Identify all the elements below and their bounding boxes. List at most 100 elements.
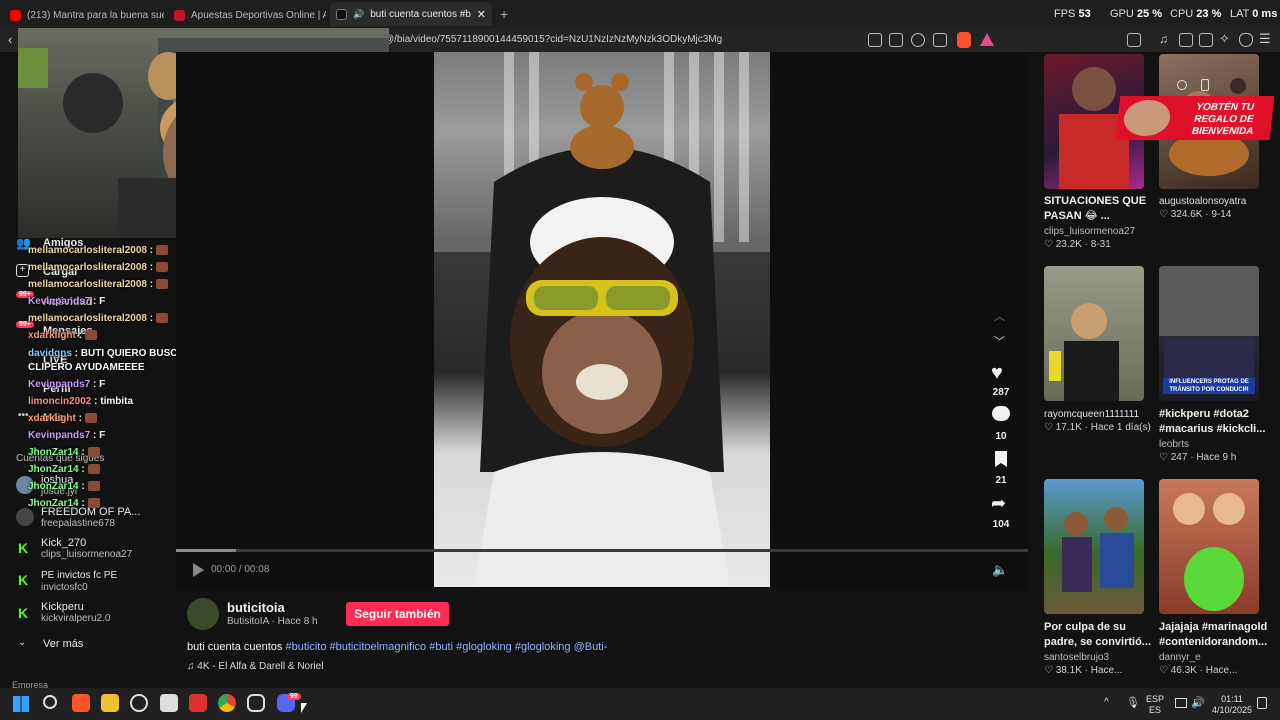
video-title[interactable]: SITUACIONES QUE PASAN 😂 ... — [1044, 194, 1154, 224]
sidebar-toggle-icon[interactable] — [1179, 33, 1193, 47]
music-info[interactable]: ♫ 4K - El Alfa & Darell & Noriel — [187, 661, 323, 672]
follow-button[interactable]: Seguir también — [346, 602, 449, 626]
tab-apuestas[interactable]: Apuestas Deportivas Online | Apuest — [168, 4, 326, 26]
media-player-icon[interactable] — [160, 694, 178, 712]
hashtag-link[interactable]: #buticito — [285, 641, 326, 653]
video-time: 00:00 / 00:08 — [211, 564, 270, 575]
url-bar[interactable]: @/bia/video/7557118900144459015?cid=NzU1… — [384, 34, 722, 45]
following-handle: clips_luisormenoa27 — [41, 549, 133, 560]
music-note-icon: ♫ — [187, 661, 198, 672]
steam-icon[interactable] — [130, 694, 148, 712]
new-tab-icon[interactable]: + — [500, 6, 508, 22]
hashtag-link[interactable]: #glogloking — [515, 641, 571, 653]
video-stats: ♡ 23.2K · 8-31 — [1044, 239, 1111, 250]
translate-icon[interactable] — [911, 33, 925, 47]
video-title[interactable]: #kickperu #dota2 #macarius #kickcli... — [1159, 407, 1269, 437]
author-avatar[interactable] — [187, 598, 219, 630]
share-arrow-icon[interactable]: ➦ — [991, 493, 1006, 514]
video-author[interactable]: dannyr_e — [1159, 652, 1201, 663]
phone-icon[interactable] — [1201, 79, 1209, 91]
tab-label: (213) Mantra para la buena suerte e — [27, 9, 164, 21]
hashtag-link[interactable]: #buticitoelmagnifico — [330, 641, 427, 653]
video-author[interactable]: leobrts — [1159, 439, 1189, 450]
chevron-up-icon[interactable]: ︿ — [994, 308, 1005, 324]
sound-icon[interactable] — [1177, 80, 1187, 90]
following-name[interactable]: PE invictos fc PE — [41, 570, 117, 581]
see-more-link[interactable]: Ver más — [43, 638, 83, 650]
video-thumbnail[interactable] — [1044, 479, 1144, 614]
vpn-shield-icon[interactable] — [1239, 33, 1253, 47]
video-author[interactable]: clips_luisormenoa27 — [1044, 226, 1135, 237]
menu-icon[interactable]: ☰ — [1259, 31, 1271, 47]
avatar[interactable] — [1230, 78, 1246, 94]
following-name[interactable]: Kickperu — [41, 601, 84, 613]
no-tracking-icon[interactable] — [868, 33, 882, 47]
chat-message: xdarklight : — [28, 413, 97, 424]
close-tab-icon[interactable]: ✕ — [477, 8, 486, 21]
reader-mode-icon[interactable] — [1127, 33, 1141, 47]
heart-icon: ♡ — [1159, 452, 1171, 463]
heart-icon: ♡ — [1044, 665, 1056, 676]
betting-site-icon — [174, 9, 185, 21]
video-author[interactable]: santoselbrujo3 — [1044, 652, 1109, 663]
file-explorer-icon[interactable] — [101, 694, 119, 712]
video-stats: ♡ 324.6K · 9-14 — [1159, 209, 1232, 220]
post-caption: buti cuenta cuentos #buticito #buticitoe… — [187, 641, 608, 653]
author-name[interactable]: buticitoia — [227, 600, 285, 615]
tab-tiktok[interactable]: 🔊 buti cuenta cuentos #buticito ✕ — [330, 2, 492, 26]
video-frame[interactable] — [434, 52, 770, 587]
obs-icon[interactable] — [247, 694, 265, 712]
video-title[interactable]: Por culpa de su padre, se convirtió... — [1044, 620, 1154, 650]
video-author[interactable]: augustoalonsoyatra — [1159, 196, 1246, 207]
share-icon[interactable] — [933, 33, 947, 47]
leo-ai-icon[interactable]: ✧ — [1219, 31, 1230, 47]
search-icon[interactable] — [43, 695, 57, 709]
microphone-icon[interactable]: 🎙 — [1126, 696, 1140, 709]
share-count: 104 — [992, 519, 1010, 530]
promo-banner[interactable]: YOBTÉN TU REGALO DE BIENVENIDA — [1115, 96, 1275, 140]
volume-tray-icon[interactable]: 🔊 — [1191, 696, 1205, 709]
video-thumbnail[interactable] — [1159, 479, 1259, 614]
comment-icon[interactable] — [992, 406, 1010, 421]
brave-shield-icon[interactable] — [957, 32, 971, 48]
windows-start-icon[interactable] — [13, 696, 29, 712]
mention-link[interactable]: @Buti- — [574, 641, 608, 653]
hashtag-link[interactable]: #buti — [429, 641, 453, 653]
tab-youtube[interactable]: (213) Mantra para la buena suerte e — [4, 4, 164, 26]
video-title[interactable]: Jajajaja #marinagold #contenidorandom... — [1159, 620, 1269, 650]
avatar[interactable] — [16, 508, 34, 526]
wallet-icon[interactable] — [1199, 33, 1213, 47]
notification-icon[interactable] — [1257, 697, 1267, 709]
brave-browser-icon[interactable] — [72, 694, 90, 712]
back-icon[interactable]: ‹ — [8, 32, 12, 47]
tray-chevron-icon[interactable]: ^ — [1104, 697, 1109, 708]
chimpanzee-video-image — [434, 52, 770, 587]
discord-badge: 99 — [287, 693, 301, 700]
thumbnail-caption: INFLUENCERS PROTAG DE TRÁNSITO POR CONDU… — [1163, 378, 1255, 394]
volume-icon[interactable]: 🔈 — [992, 562, 1008, 578]
chat-message: Kevinpands7 : F — [28, 379, 106, 390]
heart-icon: ♡ — [1159, 665, 1171, 676]
music-icon[interactable]: ♫ — [1159, 32, 1168, 46]
video-thumbnail[interactable] — [1044, 266, 1144, 401]
cast-icon[interactable] — [889, 33, 903, 47]
chrome-icon[interactable] — [218, 694, 236, 712]
video-thumbnail[interactable]: INFLUENCERS PROTAG DE TRÁNSITO POR CONDU… — [1159, 266, 1259, 401]
tab-label: buti cuenta cuentos #buticito — [370, 8, 471, 20]
kick-logo-icon: K — [18, 540, 29, 556]
thumbnail-image — [1049, 303, 1119, 401]
chat-message: JhonZar14 : — [28, 481, 100, 492]
video-progress-track[interactable] — [176, 549, 1028, 552]
video-author[interactable]: rayomcqueen1111111 — [1044, 409, 1139, 420]
play-icon[interactable] — [193, 563, 204, 577]
clock[interactable]: 01:11 4/10/2025 — [1210, 694, 1254, 716]
more-icon: ••• — [18, 410, 29, 421]
streaming-app-icon[interactable] — [189, 694, 207, 712]
hashtag-link[interactable]: #glogloking — [456, 641, 512, 653]
network-icon[interactable] — [1175, 698, 1187, 708]
chevron-down-icon[interactable]: ﹀ — [994, 333, 1005, 349]
input-language[interactable]: ESP ES — [1146, 694, 1164, 716]
brave-rewards-icon[interactable] — [980, 33, 994, 46]
like-heart-icon[interactable]: ♥ — [991, 362, 1003, 385]
following-name[interactable]: Kick_270 — [41, 537, 86, 549]
